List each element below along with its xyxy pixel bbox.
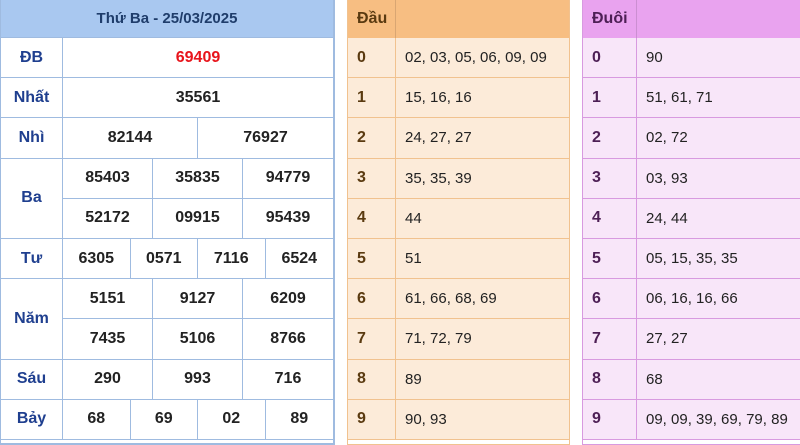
prize-number: 7435: [63, 319, 153, 360]
duoi-header-blank: [637, 0, 800, 38]
dau-values: 02, 03, 05, 06, 09, 09: [396, 38, 569, 79]
prize-number: 94779: [243, 159, 333, 199]
prize-number: 82144: [63, 118, 198, 159]
prize-number: 35561: [63, 78, 333, 119]
prize-number: 0571: [130, 239, 198, 280]
prize-label: Tư: [1, 239, 63, 280]
dau-header: Đầu: [348, 0, 396, 38]
dau-table: Đầu 0 02, 03, 05, 06, 09, 09 1 15, 16, 16 2 24…: [347, 0, 570, 445]
prize-number: 09915: [153, 198, 243, 239]
dau-digit: 2: [348, 118, 396, 159]
duoi-values: 27, 27: [637, 319, 800, 360]
duoi-values: 02, 72: [637, 118, 800, 159]
prize-number: 89: [265, 400, 333, 440]
duoi-values: 68: [637, 359, 800, 400]
dau-values: 61, 66, 68, 69: [396, 279, 569, 320]
prize-number: 6305: [63, 239, 131, 280]
duoi-table: Đuôi 0 90 1 51, 61, 71 2 02, 72 3 03, 93 4 24, 44 5…: [582, 0, 800, 445]
dau-digit: 3: [348, 158, 396, 199]
prize-number: 52172: [63, 198, 153, 239]
duoi-digit: 2: [583, 118, 637, 159]
prize-number: 35835: [153, 158, 243, 199]
dau-digit: 8: [348, 359, 396, 400]
prize-number: 5151: [63, 279, 153, 320]
dau-values: 44: [396, 198, 569, 239]
duoi-digit: 3: [583, 158, 637, 199]
dau-values: 24, 27, 27: [396, 118, 569, 159]
duoi-digit: 0: [583, 38, 637, 79]
dau-values: 51: [396, 239, 569, 280]
duoi-values: 06, 16, 16, 66: [637, 279, 800, 320]
prize-label: Nhất: [1, 78, 63, 119]
dau-digit: 5: [348, 239, 396, 280]
prize-number: 6524: [265, 239, 333, 280]
dau-values: 71, 72, 79: [396, 319, 569, 360]
duoi-values: 51, 61, 71: [637, 78, 800, 119]
prize-number: 76927: [198, 118, 333, 159]
prize-number: 9127: [153, 279, 243, 320]
dau-values: 35, 35, 39: [396, 158, 569, 199]
dau-values: 15, 16, 16: [396, 78, 569, 119]
prize-label: Nhì: [1, 118, 63, 159]
prize-label: Năm: [1, 279, 63, 360]
prize-number: 290: [63, 359, 153, 400]
dau-digit: 6: [348, 279, 396, 320]
duoi-values: 24, 44: [637, 198, 800, 239]
prize-number: 95439: [243, 199, 333, 239]
special-prize-number: 69409: [63, 38, 333, 79]
dau-values: 89: [396, 359, 569, 400]
prize-label: Sáu: [1, 359, 63, 400]
duoi-digit: 8: [583, 359, 637, 400]
prize-number: 7116: [198, 239, 266, 280]
prize-label: Ba: [1, 158, 63, 239]
dau-digit: 7: [348, 319, 396, 360]
duoi-values: 09, 09, 39, 69, 79, 89: [637, 399, 800, 440]
duoi-digit: 1: [583, 78, 637, 119]
dau-digit: 1: [348, 78, 396, 119]
dau-header-blank: [396, 0, 569, 38]
duoi-values: 03, 93: [637, 158, 800, 199]
prize-number: 5106: [153, 319, 243, 360]
prize-number: 68: [63, 399, 131, 440]
dau-values: 90, 93: [396, 399, 569, 440]
prize-number: 8766: [243, 319, 333, 360]
lottery-results-table: Thứ Ba - 25/03/2025 ĐB 69409 Nhất 35561 Nhì 82…: [0, 0, 335, 445]
prize-number: 69: [130, 399, 198, 440]
duoi-digit: 7: [583, 319, 637, 360]
results-title: Thứ Ba - 25/03/2025: [1, 0, 333, 38]
duoi-digit: 5: [583, 239, 637, 280]
prize-number: 993: [153, 359, 243, 400]
duoi-header: Đuôi: [583, 0, 637, 38]
prize-number: 02: [198, 399, 266, 440]
duoi-values: 90: [637, 38, 800, 79]
dau-digit: 9: [348, 399, 396, 440]
prize-number: 6209: [243, 279, 333, 320]
duoi-digit: 9: [583, 399, 637, 440]
duoi-values: 05, 15, 35, 35: [637, 239, 800, 280]
prize-number: 85403: [63, 158, 153, 199]
prize-label: Bảy: [1, 399, 63, 440]
duoi-digit: 4: [583, 198, 637, 239]
dau-digit: 0: [348, 38, 396, 79]
prize-label: ĐB: [1, 38, 63, 79]
duoi-digit: 6: [583, 279, 637, 320]
prize-number: 716: [243, 360, 333, 400]
dau-digit: 4: [348, 198, 396, 239]
